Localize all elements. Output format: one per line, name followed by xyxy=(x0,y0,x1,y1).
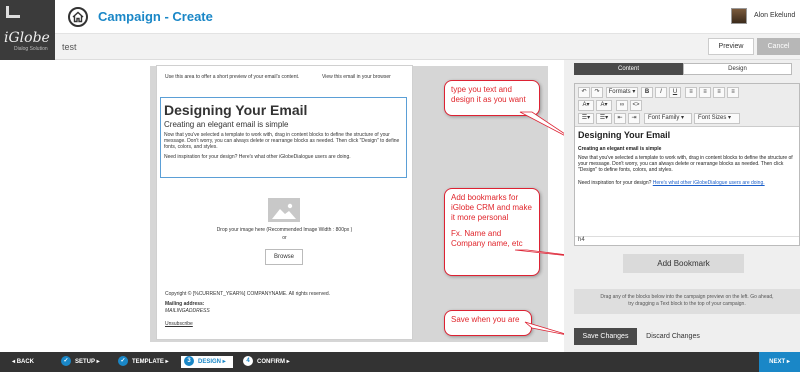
step-setup-label: SETUP xyxy=(75,359,95,365)
brand-name: iGlobe xyxy=(4,30,50,46)
browse-button[interactable]: Browse xyxy=(265,249,303,265)
formats-dropdown[interactable]: Formats ▾ xyxy=(606,87,638,98)
add-bookmark-button[interactable]: Add Bookmark xyxy=(623,254,744,273)
undo-icon[interactable]: ↶ xyxy=(578,87,590,98)
editor-inspiration: Need inspiration for your design? Here's… xyxy=(578,180,765,186)
step-design-label: DESIGN xyxy=(198,359,222,365)
step-confirm[interactable]: 4 CONFIRM ▸ xyxy=(243,356,290,368)
step-confirm-label: CONFIRM xyxy=(257,359,285,365)
indent-icon[interactable]: ⇥ xyxy=(628,113,640,124)
underline-button[interactable]: U xyxy=(669,87,681,98)
brand-tagline: Dialog Solution xyxy=(14,46,48,52)
callout-edit-text: type you text and design it as you want xyxy=(444,80,540,116)
view-in-browser-link[interactable]: View this email in your browser xyxy=(322,74,391,80)
link-icon[interactable]: ∞ xyxy=(616,100,628,111)
bold-button[interactable]: B xyxy=(641,87,653,98)
drag-hint-line-2: try dragging a Text block to the top of … xyxy=(628,301,746,307)
image-placeholder-icon[interactable] xyxy=(268,198,300,222)
email-text-block[interactable]: Designing Your Email Creating an elegant… xyxy=(160,97,407,178)
copyright-text: Copyright © [%CURRENT_YEAR%] COMPANYNAME… xyxy=(165,291,331,297)
next-label: NEXT xyxy=(769,359,786,365)
italic-button[interactable]: I xyxy=(655,87,667,98)
redo-icon[interactable]: ↷ xyxy=(591,87,603,98)
align-justify-icon[interactable]: ≡ xyxy=(727,87,739,98)
code-icon[interactable]: <> xyxy=(630,100,642,111)
callout-bookmarks-label: Add bookmarks for iGlobe CRM and make it… xyxy=(451,193,532,222)
step-template[interactable]: ✓ TEMPLATE ▸ xyxy=(118,356,169,368)
drag-blocks-hint: Drag any of the blocks below into the ca… xyxy=(574,289,800,314)
callout-bookmarks-example: Fx. Name and Company name, etc xyxy=(451,229,523,248)
email-preheader: Use this area to offer a short preview o… xyxy=(165,74,300,80)
step-setup[interactable]: ✓ SETUP ▸ xyxy=(61,356,100,368)
campaign-bar: test Preview Cancel xyxy=(55,34,800,60)
editor-subheading: Creating an elegant email is simple xyxy=(578,146,662,152)
background-color-icon[interactable]: A▾ xyxy=(596,100,612,111)
or-text: or xyxy=(282,235,287,241)
top-bar: Campaign - Create Alon Ekelund xyxy=(55,0,800,34)
email-preview: Use this area to offer a short preview o… xyxy=(156,65,413,340)
image-drop-text: Drop your image here (Recommended Image … xyxy=(216,227,353,233)
save-changes-button[interactable]: Save Changes xyxy=(574,328,637,345)
drag-hint-line-1: Drag any of the blocks below into the ca… xyxy=(600,294,774,300)
align-left-icon[interactable]: ≡ xyxy=(685,87,697,98)
next-button[interactable]: NEXT ▸ xyxy=(759,352,800,372)
bullet-list-icon[interactable]: ☰▾ xyxy=(578,113,594,124)
font-family-dropdown[interactable]: Font Family ▾ xyxy=(644,113,692,124)
rich-text-editor[interactable]: ↶ ↷ Formats ▾ B I U ≡ ≡ ≡ ≡ A▾ A▾ ∞ <> ☰… xyxy=(574,83,800,246)
align-center-icon[interactable]: ≡ xyxy=(699,87,711,98)
cancel-button[interactable]: Cancel xyxy=(757,38,800,55)
mailing-address: MAILINGADDRESS xyxy=(165,308,210,314)
editor-toolbar: ↶ ↷ Formats ▾ B I U ≡ ≡ ≡ ≡ A▾ A▾ ∞ <> ☰… xyxy=(575,84,799,127)
discard-changes-button[interactable]: Discard Changes xyxy=(638,328,708,345)
back-label: BACK xyxy=(16,359,35,365)
check-icon: ✓ xyxy=(118,356,128,367)
email-body-text: Now that you've selected a template to w… xyxy=(164,132,400,150)
step-number-badge: 3 xyxy=(184,356,194,367)
user-name[interactable]: Alon Ekelund xyxy=(754,12,795,19)
font-sizes-dropdown[interactable]: Font Sizes ▾ xyxy=(694,113,740,124)
avatar[interactable] xyxy=(731,8,747,24)
wizard-footer: ◂ BACK ✓ SETUP ▸ ✓ TEMPLATE ▸ 3 DESIGN ▸ 4C… xyxy=(0,352,800,372)
editor-inspiration-prefix: Need inspiration for your design? xyxy=(578,180,653,186)
campaign-name: test xyxy=(62,42,77,52)
home-button[interactable] xyxy=(68,7,88,27)
editor-inspiration-link[interactable]: Here's what other iGlobeDialogue users a… xyxy=(653,180,765,186)
email-subheading: Creating an elegant email is simple xyxy=(164,120,289,129)
callout-bookmarks: Add bookmarks for iGlobe CRM and make it… xyxy=(444,188,540,276)
tab-content[interactable]: Content xyxy=(574,63,683,75)
callout-save: Save when you are xyxy=(444,310,532,336)
tab-design[interactable]: Design xyxy=(683,63,792,75)
email-inspiration-text: Need inspiration for your design? Here's… xyxy=(164,154,351,160)
numbered-list-icon[interactable]: ☰▾ xyxy=(596,113,612,124)
content-panel: Content Design ↶ ↷ Formats ▾ B I U ≡ ≡ ≡… xyxy=(564,60,800,352)
outdent-icon[interactable]: ⇤ xyxy=(614,113,626,124)
editor-heading: Designing Your Email xyxy=(578,130,671,140)
image-icon xyxy=(272,201,296,219)
logo-mark-icon xyxy=(6,6,20,18)
step-design[interactable]: 3 DESIGN ▸ xyxy=(181,356,233,368)
callout-save-label: Save when you are xyxy=(451,315,520,324)
chevron-right-icon: ▸ xyxy=(785,359,790,365)
preview-button[interactable]: Preview xyxy=(708,38,754,55)
app-logo[interactable]: iGlobe Dialog Solution xyxy=(0,0,55,60)
home-icon xyxy=(72,11,84,23)
text-color-icon[interactable]: A▾ xyxy=(578,100,594,111)
step-template-label: TEMPLATE xyxy=(132,359,164,365)
mailing-address-label: Mailing address: xyxy=(165,301,205,307)
callout-edit-text-label: type you text and design it as you want xyxy=(451,85,526,104)
editor-status-path: h4 xyxy=(575,236,799,246)
email-heading: Designing Your Email xyxy=(164,102,308,118)
editor-body-text: Now that you've selected a template to w… xyxy=(578,155,793,173)
back-button[interactable]: ◂ BACK xyxy=(12,358,34,365)
check-icon: ✓ xyxy=(61,356,71,367)
unsubscribe-link[interactable]: Unsubscribe xyxy=(165,321,193,327)
step-number-badge: 4 xyxy=(243,356,253,367)
align-right-icon[interactable]: ≡ xyxy=(713,87,725,98)
page-title: Campaign - Create xyxy=(98,9,213,24)
